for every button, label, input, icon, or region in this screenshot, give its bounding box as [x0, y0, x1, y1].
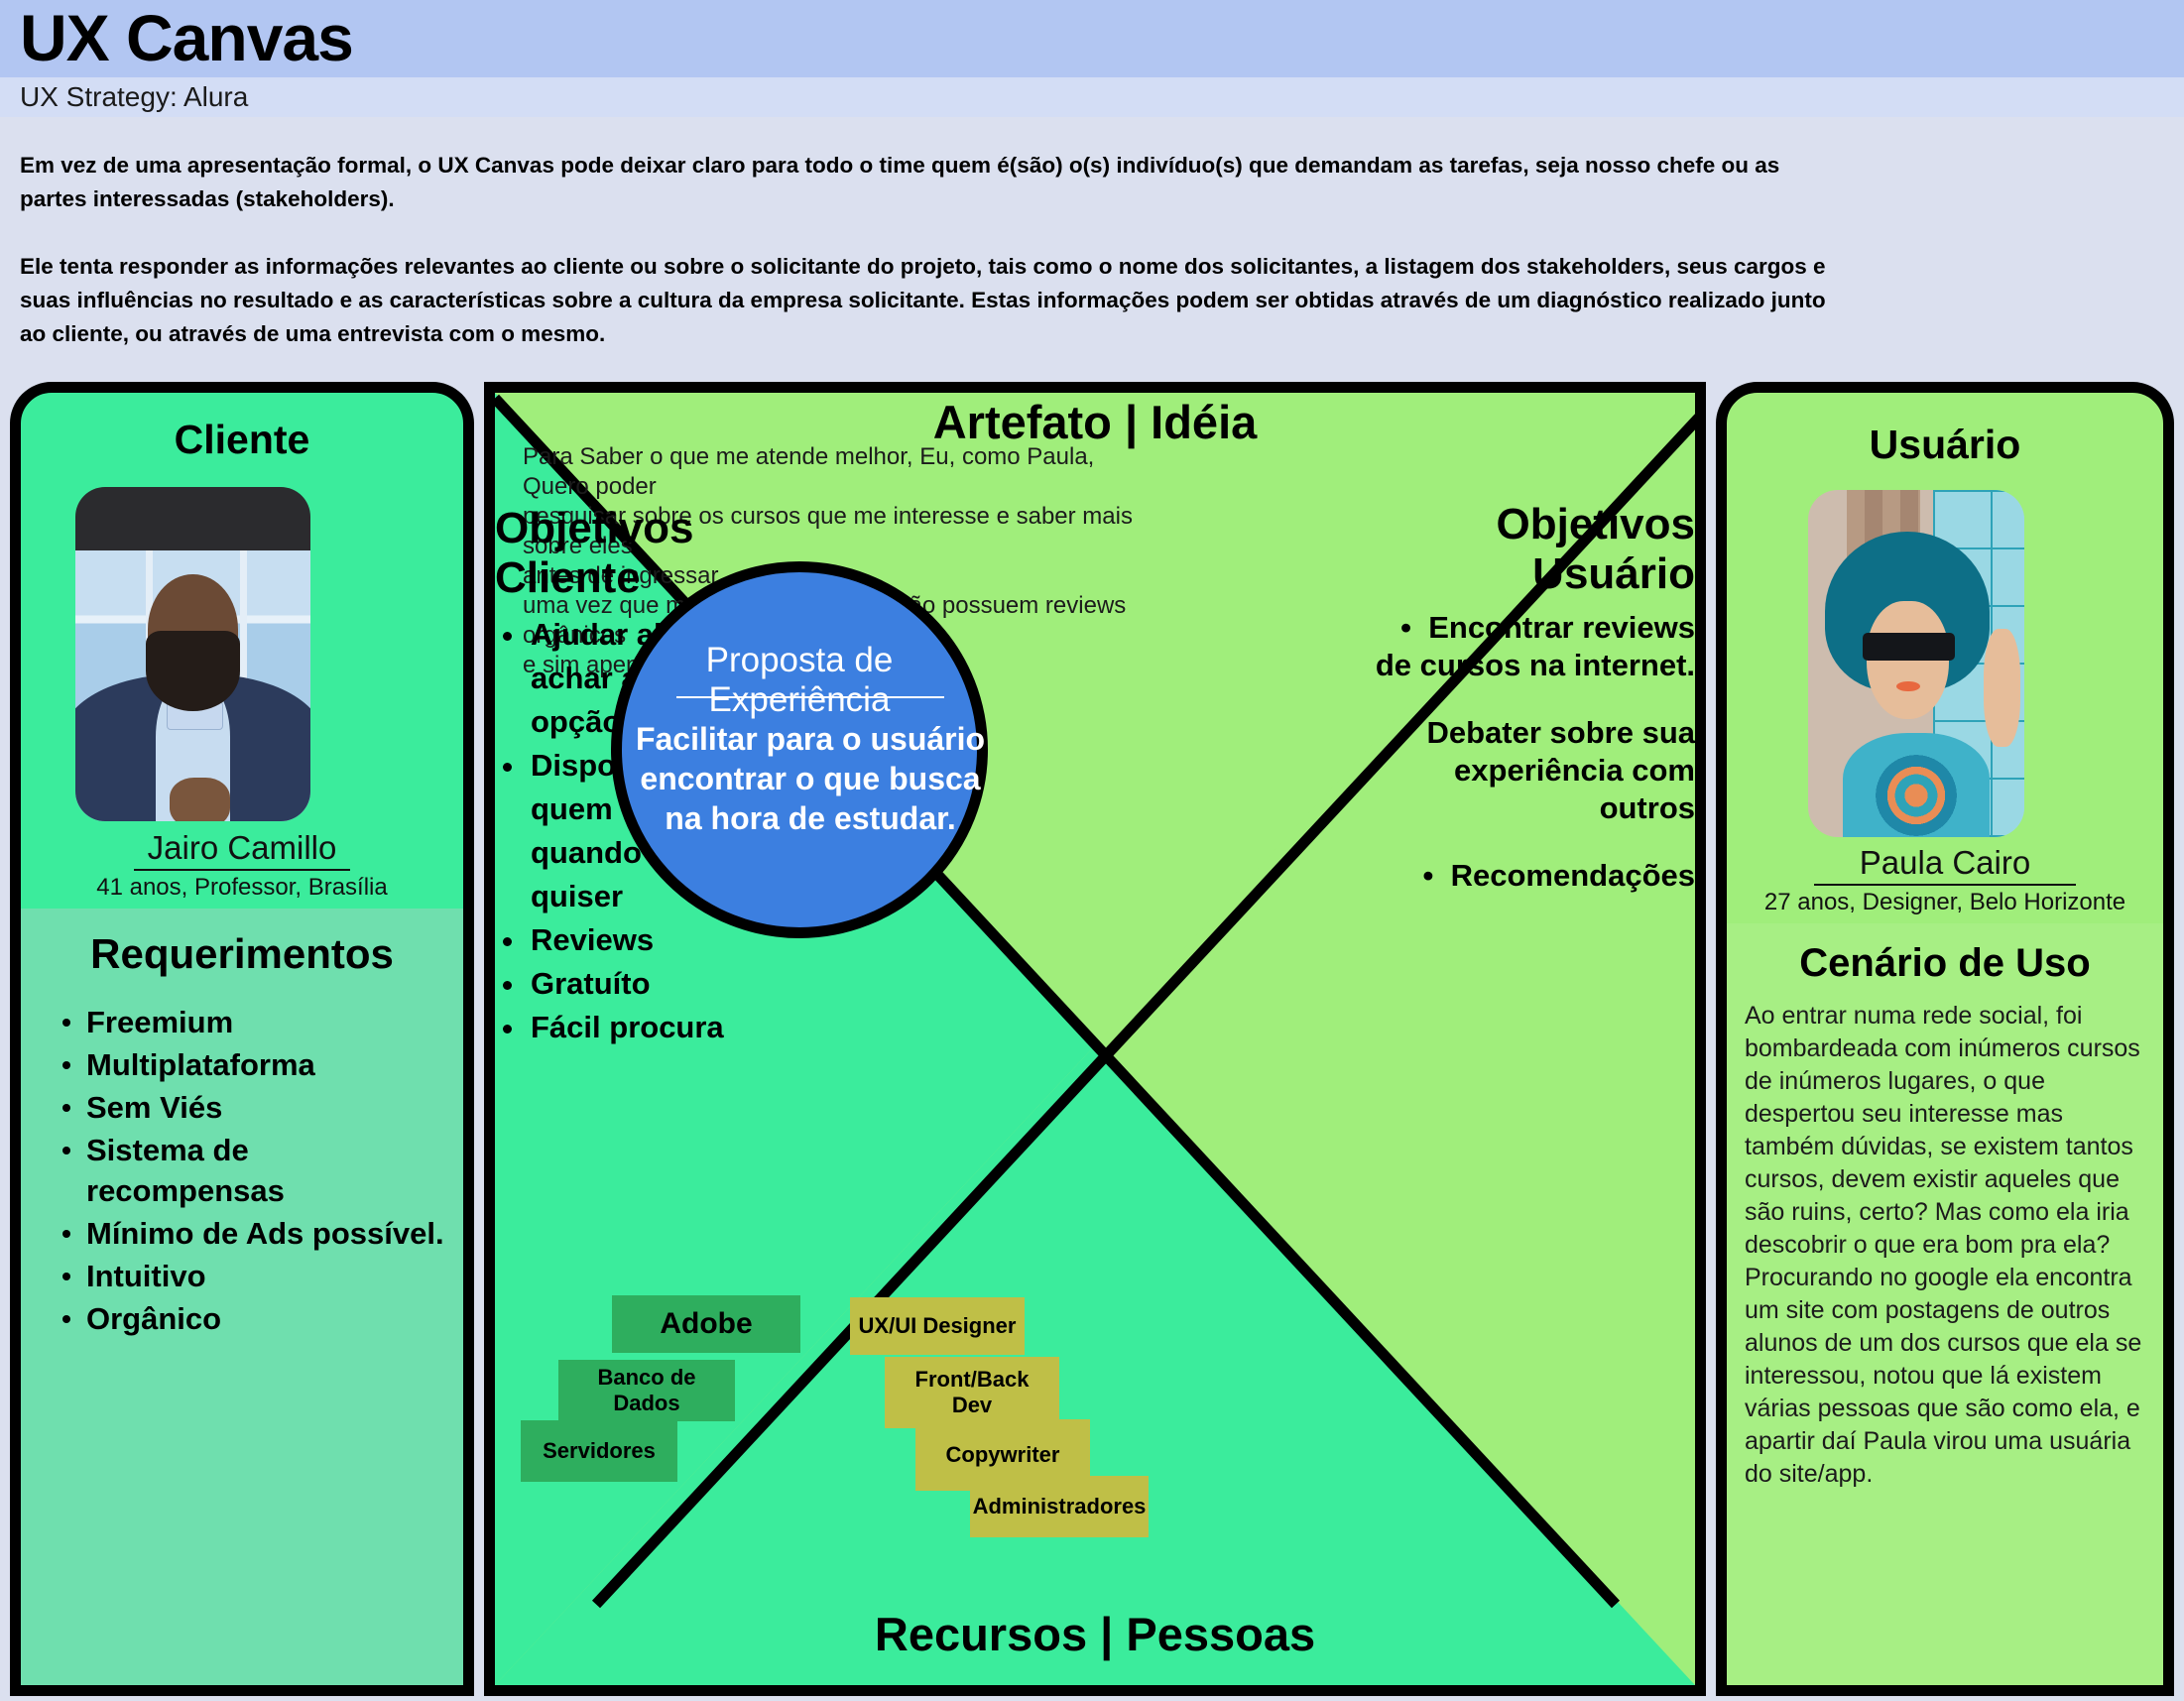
- artefato-heading: Artefato | Idéia: [932, 396, 1258, 448]
- tag-ux-ui-designer: UX/UI Designer: [850, 1297, 1025, 1355]
- requerimentos-list-item: Multiplataforma: [61, 1044, 449, 1085]
- requerimentos-list-item: Intuitivo: [61, 1256, 449, 1296]
- cliente-photo: [75, 487, 310, 821]
- proposta-divider: [676, 696, 944, 698]
- tag-administradores: Administradores: [970, 1476, 1149, 1537]
- cliente-heading: Cliente: [174, 417, 310, 462]
- cenario-heading: Cenário de Uso: [1799, 941, 2091, 985]
- requerimentos-list-item: Orgânico: [61, 1298, 449, 1339]
- proposta-body: Facilitar para o usuário encontrar o que…: [635, 721, 986, 836]
- objetivos-usuario-list-item: Recomendações: [1358, 857, 1695, 895]
- artefato-line-1: Para Saber o que me atende melhor, Eu, c…: [523, 443, 1095, 500]
- intro-paragraph-2: Ele tenta responder as informações relev…: [20, 254, 1826, 346]
- intro-paragraph-1: Em vez de uma apresentação formal, o UX …: [20, 153, 1780, 211]
- proposta-title: Proposta de Experiência: [705, 641, 894, 719]
- cenario-body: Ao entrar numa rede social, foi bombarde…: [1745, 1002, 2142, 1488]
- requerimentos-list-item: Sem Viés: [61, 1087, 449, 1128]
- page-title: UX Canvas: [20, 1, 354, 74]
- requerimentos-list-item: Mínimo de Ads possível.: [61, 1213, 449, 1254]
- requerimentos-list-item: Freemium: [61, 1002, 449, 1042]
- requerimentos-list: Freemium Multiplataforma Sem Viés Sistema d…: [21, 1002, 463, 1339]
- objetivos-usuario-list: Encontrar reviews de cursos na internet.…: [1358, 609, 1695, 924]
- usuario-photo: [1808, 490, 2024, 837]
- requerimentos-heading: Requerimentos: [90, 930, 394, 977]
- usuario-name-wrap: Paula Cairo: [1727, 844, 2163, 886]
- requerimentos-list-item: Sistema de recompensas: [61, 1130, 449, 1211]
- cliente-role: 41 anos, Professor, Brasília: [96, 874, 388, 901]
- objetivos-cliente-list-item: Fácil procura: [495, 1006, 812, 1049]
- tag-front-back-dev: Front/Back Dev: [885, 1357, 1059, 1428]
- tag-servidores: Servidores: [521, 1420, 677, 1482]
- usuario-heading: Usuário: [1869, 422, 2021, 467]
- objetivos-cliente-heading: Objetivos Cliente: [495, 504, 694, 602]
- requerimentos-section: Requerimentos Freemium Multiplataforma Sem…: [21, 909, 463, 1685]
- usuario-panel: Usuário Paula Cairo 27 anos, Designer, B…: [1716, 382, 2174, 1696]
- cliente-name: Jairo Camillo: [133, 829, 351, 871]
- tag-banco-de-dados: Banco de Dados: [558, 1360, 735, 1421]
- tag-adobe: Adobe: [612, 1295, 800, 1353]
- intro-text: Em vez de uma apresentação formal, o UX …: [20, 149, 1835, 385]
- objetivos-usuario-list-item: Encontrar reviews de cursos na internet.: [1358, 609, 1695, 684]
- objetivos-cliente-list-item: Gratuíto: [495, 962, 812, 1006]
- usuario-name: Paula Cairo: [1813, 844, 2077, 886]
- proposta-experiencia-circle: Proposta de Experiência Facilitar para o…: [611, 561, 988, 938]
- cenario-de-uso-section: Cenário de Uso Ao entrar numa rede socia…: [1727, 923, 2163, 1685]
- cliente-name-wrap: Jairo Camillo: [21, 829, 463, 871]
- recursos-pessoas-heading: Recursos | Pessoas: [874, 1608, 1316, 1660]
- page-subtitle: UX Strategy: Alura: [20, 81, 249, 112]
- cliente-panel: Cliente Jairo Camillo 41 anos, Professor…: [10, 382, 474, 1696]
- objetivos-usuario-list-item: Debater sobre sua experiência com outros: [1358, 714, 1696, 827]
- center-panel: Artefato | Idéia Para Saber o que me ate…: [484, 382, 1706, 1696]
- objetivos-usuario-heading: Objetivos Usuário: [1496, 500, 1696, 598]
- usuario-role: 27 anos, Designer, Belo Horizonte: [1763, 889, 2126, 915]
- header-subtitle-band: [0, 77, 2184, 117]
